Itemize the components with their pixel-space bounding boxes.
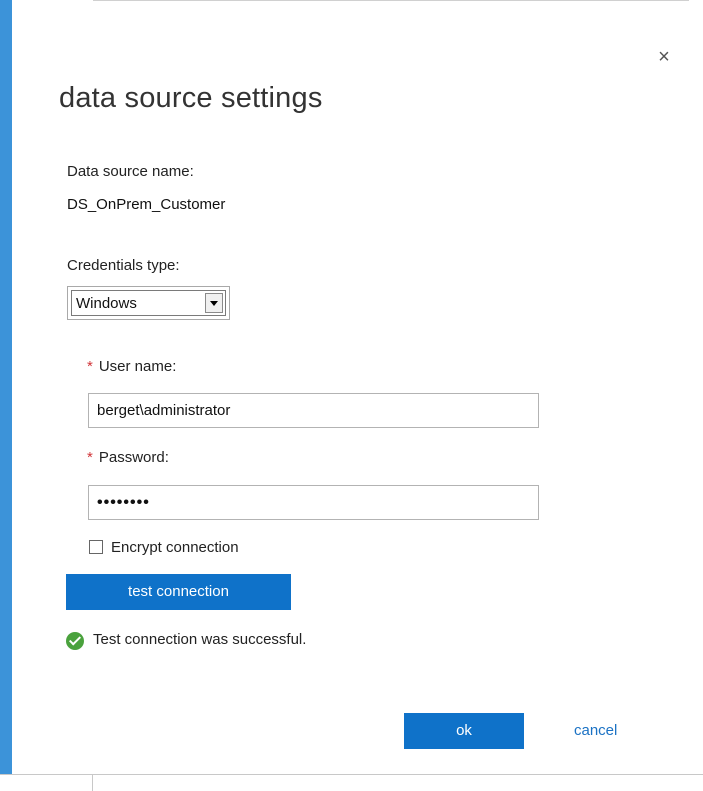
test-connection-status: Test connection was successful.: [93, 631, 307, 648]
password-label: * Password:: [87, 449, 169, 466]
screen: × data source settings Data source name:…: [0, 0, 703, 791]
close-icon[interactable]: ×: [651, 44, 677, 70]
test-connection-button[interactable]: test connection: [66, 574, 291, 610]
credentials-type-label: Credentials type:: [67, 257, 180, 274]
bottom-tab: [0, 775, 93, 791]
dialog-title: data source settings: [59, 82, 323, 114]
credentials-type-select-inner: Windows: [71, 290, 226, 316]
accent-bar: [0, 0, 12, 775]
password-label-text: Password:: [98, 449, 169, 466]
window-bottom-border: [0, 774, 703, 775]
encrypt-connection-label: Encrypt connection: [111, 539, 239, 556]
encrypt-connection-checkbox[interactable]: [89, 540, 103, 554]
data-source-name-value: DS_OnPrem_Customer: [67, 196, 226, 213]
credentials-type-selected-value: Windows: [76, 295, 137, 312]
user-name-input[interactable]: [88, 393, 539, 428]
data-source-name-label: Data source name:: [67, 163, 194, 180]
required-marker: *: [87, 358, 93, 375]
success-check-icon: [66, 632, 84, 650]
password-input[interactable]: ••••••••: [88, 485, 539, 520]
data-source-settings-dialog: [12, 1, 703, 774]
user-name-label: * User name:: [87, 358, 176, 375]
cancel-link[interactable]: cancel: [574, 722, 617, 739]
required-marker: *: [87, 449, 93, 466]
user-name-label-text: User name:: [98, 358, 177, 375]
credentials-type-select[interactable]: Windows: [67, 286, 230, 320]
ok-button[interactable]: ok: [404, 713, 524, 749]
chevron-down-icon[interactable]: [205, 293, 223, 313]
